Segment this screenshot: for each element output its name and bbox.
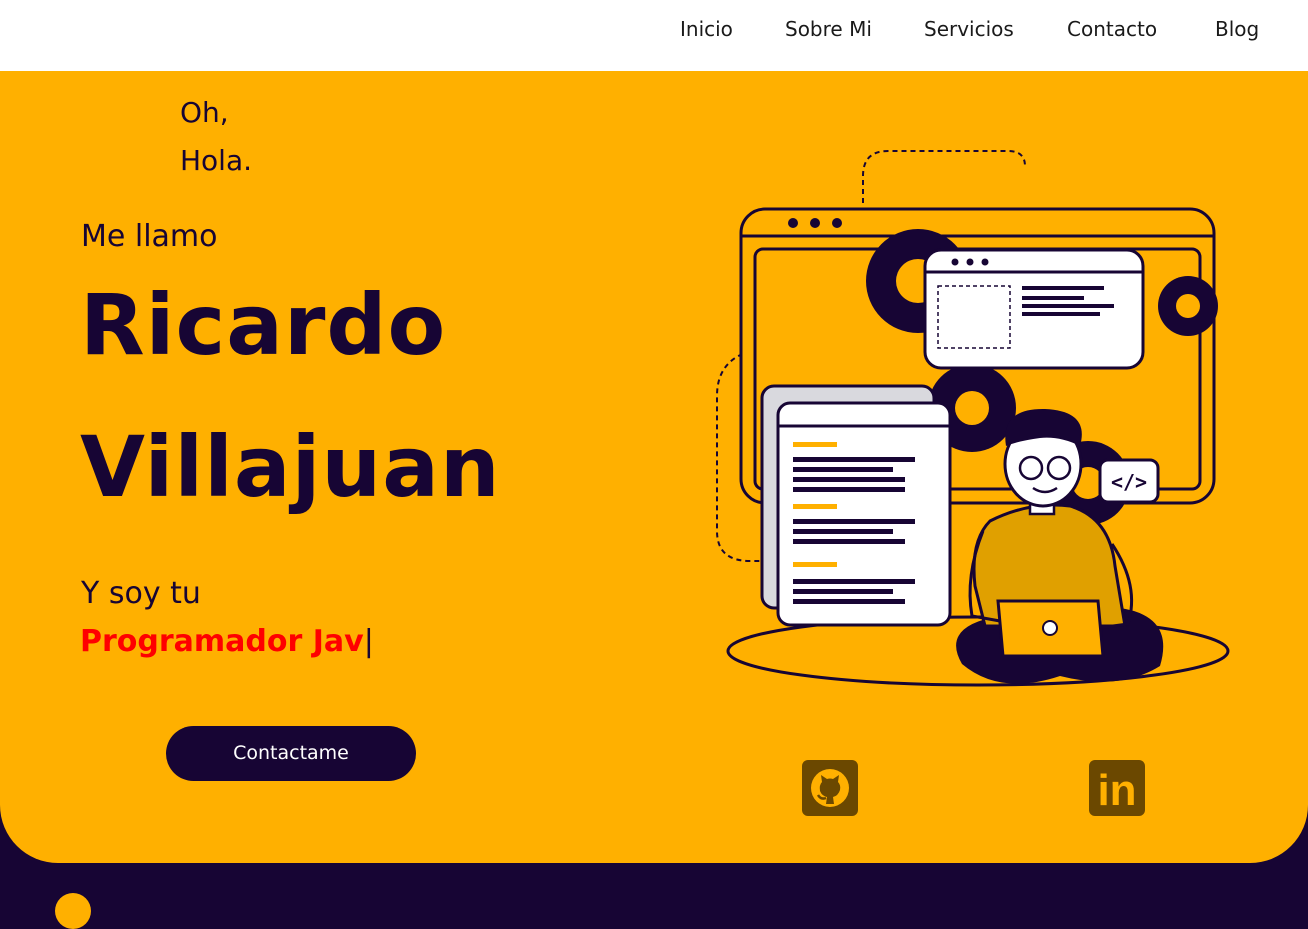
first-name-heading: Ricardo (80, 276, 447, 374)
top-navbar: Inicio Sobre Mi Servicios Contacto Blog (0, 0, 1308, 71)
typed-role-value: Programador Jav (80, 624, 364, 659)
greeting-line-1: Oh, (180, 96, 229, 129)
code-tag-label: </> (1111, 470, 1147, 494)
role-intro-text: Y soy tu (81, 576, 201, 611)
github-icon (811, 769, 849, 807)
developer-illustration: </> (716, 150, 1230, 687)
footer-accent-dot (55, 893, 91, 929)
nav-link-servicios[interactable]: Servicios (924, 17, 1014, 41)
nav-link-sobre-mi[interactable]: Sobre Mi (785, 17, 872, 41)
contact-button[interactable]: Contactame (166, 726, 416, 781)
nav-link-inicio[interactable]: Inicio (680, 17, 733, 41)
last-name-heading: Villajuan (80, 418, 501, 516)
linkedin-link[interactable]: in (1089, 760, 1145, 816)
linkedin-icon: in (1097, 766, 1136, 815)
linkedin-icon-text: in (1097, 766, 1136, 815)
intro-text: Me llamo (81, 219, 218, 254)
nav-link-contacto[interactable]: Contacto (1067, 17, 1157, 41)
typed-role-text: Programador Jav| (80, 624, 374, 659)
hero-section: Oh, Hola. Me llamo Ricardo Villajuan Y s… (0, 71, 1308, 863)
github-link[interactable] (802, 760, 858, 816)
typing-caret: | (363, 624, 374, 659)
greeting-line-2: Hola. (180, 144, 253, 177)
nav-link-blog[interactable]: Blog (1215, 17, 1259, 41)
